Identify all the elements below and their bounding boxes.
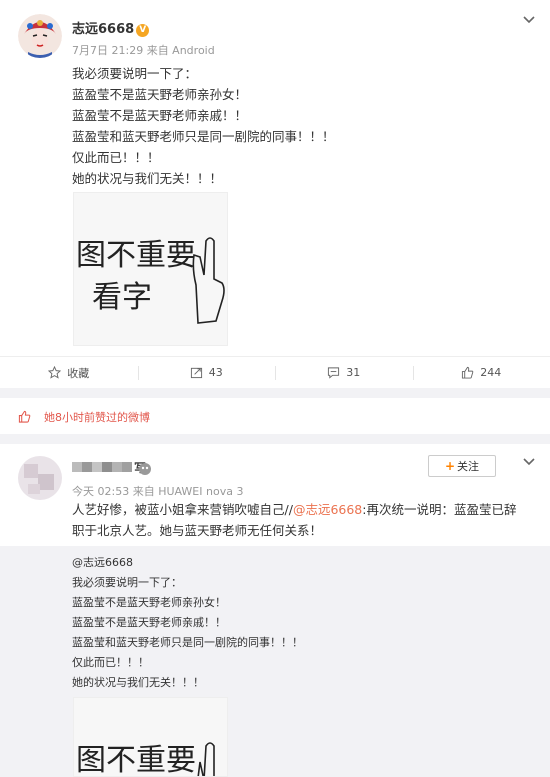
meme-text-1: 图不重要	[76, 743, 196, 777]
comment-icon	[327, 366, 340, 379]
level-badge-icon	[138, 462, 152, 476]
comment-button[interactable]: 31	[275, 357, 413, 388]
post-body: 人艺好惨，被蓝小姐拿来营销吹嘘自己//@志远6668:再次统一说明：蓝盈莹已辞 …	[72, 499, 516, 541]
weibo-post: 写 今天 02:53 来自 HUAWEI nova 3 + 关注 人艺好惨，被蓝…	[0, 444, 550, 764]
post-line: 职于北京人艺。她与蓝天野老师无任何关系！	[72, 520, 516, 541]
post-image[interactable]: 图不重要 看字	[73, 192, 228, 346]
post-line: 她的状况与我们无关！！！	[72, 168, 335, 189]
meme-text-1: 图不重要	[76, 238, 196, 273]
repost-line: 蓝盈莹和蓝天野老师只是同一剧院的同事！！！	[72, 633, 303, 653]
repost-icon	[190, 366, 203, 379]
post-meta: 今天 02:53 来自 HUAWEI nova 3	[72, 483, 243, 499]
like-button[interactable]: 244	[413, 357, 550, 388]
post-line: 蓝盈莹不是蓝天野老师亲孙女！	[72, 84, 335, 105]
chevron-down-icon[interactable]	[522, 13, 536, 27]
notice-text: 她8小时前赞过的微博	[44, 409, 150, 425]
thumbs-up-icon	[461, 366, 474, 379]
repost-line: 蓝盈莹不是蓝天野老师亲孙女！	[72, 593, 303, 613]
liked-notice: 她8小时前赞过的微博	[0, 398, 550, 434]
avatar[interactable]	[18, 14, 62, 58]
verified-badge-icon: V	[136, 24, 149, 37]
action-bar: 收藏 43 31 244	[0, 356, 550, 388]
repost-line: 她的状况与我们无关！！！	[72, 673, 303, 693]
meme-text-2: 看字	[92, 280, 152, 315]
repost-image[interactable]: 图不重要	[73, 697, 228, 777]
avatar[interactable]	[18, 456, 62, 500]
repost-line: 蓝盈莹不是蓝天野老师亲戚！！	[72, 613, 303, 633]
plus-icon: +	[445, 459, 455, 473]
follow-button[interactable]: + 关注	[428, 455, 496, 477]
repost-author[interactable]: @志远6668	[72, 553, 303, 573]
chevron-down-icon[interactable]	[522, 455, 536, 469]
star-icon	[48, 366, 61, 379]
post-line: 蓝盈莹不是蓝天野老师亲戚！！	[72, 105, 335, 126]
post-body: 我必须要说明一下了： 蓝盈莹不是蓝天野老师亲孙女！ 蓝盈莹不是蓝天野老师亲戚！！…	[72, 63, 335, 189]
reposted-content[interactable]: @志远6668 我必须要说明一下了： 蓝盈莹不是蓝天野老师亲孙女！ 蓝盈莹不是蓝…	[0, 546, 550, 764]
repost-body: @志远6668 我必须要说明一下了： 蓝盈莹不是蓝天野老师亲孙女！ 蓝盈莹不是蓝…	[72, 553, 303, 693]
repost-button[interactable]: 43	[138, 357, 276, 388]
repost-line: 我必须要说明一下了：	[72, 573, 303, 593]
post-line: 我必须要说明一下了：	[72, 63, 335, 84]
repost-line: 仅此而已！！！	[72, 653, 303, 673]
favorite-button[interactable]: 收藏	[0, 357, 138, 388]
post-line: 人艺好惨，被蓝小姐拿来营销吹嘘自己//@志远6668:再次统一说明：蓝盈莹已辞	[72, 499, 516, 520]
thumbs-up-icon	[18, 410, 31, 423]
mention-link[interactable]: @志远6668	[293, 502, 362, 517]
post-meta: 7月7日 21:29 来自 Android	[72, 42, 215, 58]
username[interactable]: 志远6668V	[72, 18, 149, 37]
weibo-post: 志远6668V 7月7日 21:29 来自 Android 我必须要说明一下了：…	[0, 0, 550, 388]
post-line: 仅此而已！！！	[72, 147, 335, 168]
post-line: 蓝盈莹和蓝天野老师只是同一剧院的同事！！！	[72, 126, 335, 147]
